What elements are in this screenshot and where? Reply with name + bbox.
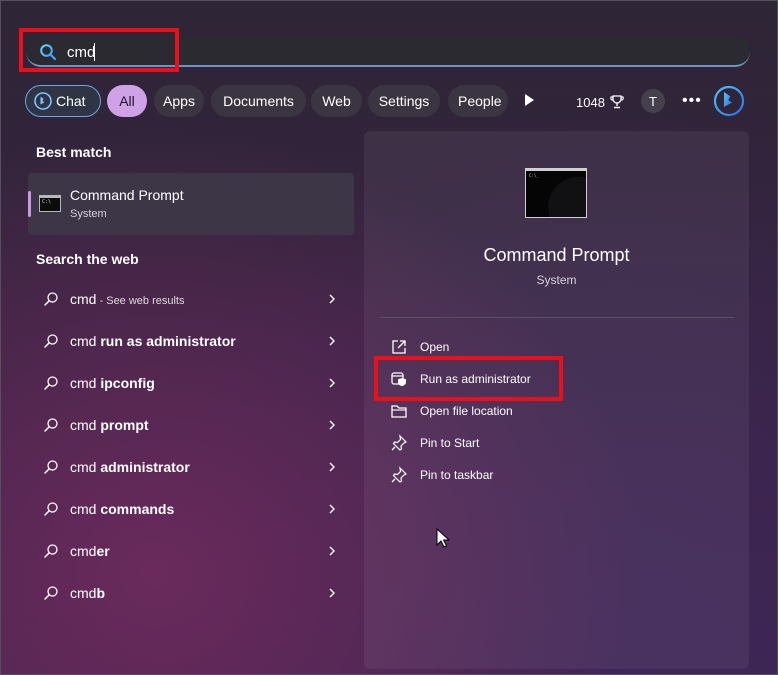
web-suggestion: commands	[100, 501, 175, 517]
chevron-right-icon	[329, 378, 335, 388]
web-result-item[interactable]: cmder	[36, 535, 346, 567]
action-pin-to-start[interactable]: Pin to Start	[390, 429, 720, 457]
open-external-icon	[392, 340, 406, 354]
web-query: cmd	[70, 501, 101, 517]
chevron-right-icon	[329, 336, 335, 346]
pin-icon	[391, 466, 408, 483]
web-query: cmd	[70, 585, 97, 601]
search-icon	[44, 418, 58, 432]
bing-icon[interactable]	[713, 85, 745, 117]
action-pin-to-taskbar-label: Pin to taskbar	[420, 468, 494, 482]
filter-web[interactable]: Web	[311, 85, 362, 117]
points-value: 1048	[576, 94, 605, 110]
best-match-title: Command Prompt	[70, 187, 184, 203]
command-prompt-icon: C:\	[39, 195, 61, 212]
chevron-right-icon	[329, 462, 335, 472]
web-suggestion: prompt	[100, 417, 149, 433]
filter-settings[interactable]: Settings	[368, 85, 440, 117]
filter-documents-label: Documents	[223, 93, 294, 109]
chevron-right-icon	[329, 504, 335, 514]
details-subtitle: System	[536, 273, 577, 287]
action-pin-to-taskbar[interactable]: Pin to taskbar	[390, 461, 720, 489]
best-match-command-prompt[interactable]: C:\ Command Prompt System	[28, 173, 354, 235]
web-query: cmd	[70, 459, 101, 475]
action-open-file-location[interactable]: Open file location	[390, 397, 720, 425]
search-icon	[44, 544, 58, 558]
web-query: cmd	[70, 543, 97, 559]
bing-chat-icon	[34, 92, 52, 110]
web-query: cmd	[70, 417, 101, 433]
search-icon	[44, 334, 58, 348]
web-result-item[interactable]: cmd ipconfig	[36, 367, 346, 399]
web-query: cmd	[70, 375, 101, 391]
web-query: cmd	[70, 333, 101, 349]
web-suggestion: run as administrator	[100, 333, 236, 349]
web-hint: - See web results	[96, 295, 185, 307]
selection-accent	[28, 191, 31, 217]
search-icon	[44, 292, 58, 306]
best-match-heading: Best match	[36, 144, 112, 160]
folder-icon	[391, 405, 407, 418]
web-suggestion: er	[96, 543, 110, 559]
search-icon	[44, 460, 58, 474]
web-suggestion: b	[96, 585, 106, 601]
command-prompt-large-icon: C:\_	[525, 168, 587, 218]
search-icon	[44, 586, 58, 600]
action-open-file-location-label: Open file location	[420, 404, 513, 418]
chevron-right-icon	[329, 546, 335, 556]
filter-apps-label: Apps	[163, 93, 195, 109]
best-match-subtitle: System	[70, 208, 107, 220]
web-result-item[interactable]: cmd - See web results	[36, 283, 346, 315]
web-result-item[interactable]: cmdb	[36, 577, 346, 609]
more-options-icon[interactable]: •••	[682, 92, 702, 110]
chevron-right-icon	[329, 588, 335, 598]
chat-button[interactable]: Chat	[25, 85, 101, 117]
avatar-initial: T	[649, 93, 657, 109]
more-filters-play-icon[interactable]	[525, 94, 534, 106]
web-suggestion: ipconfig	[100, 375, 155, 391]
trophy-icon	[610, 95, 624, 109]
pin-icon	[391, 434, 408, 451]
web-query: cmd	[70, 291, 97, 307]
run-as-admin-highlight-box	[374, 356, 563, 401]
search-highlight-box	[19, 28, 179, 72]
filter-web-label: Web	[322, 93, 351, 109]
filter-all-label: All	[119, 93, 135, 109]
filter-all[interactable]: All	[107, 85, 147, 117]
search-web-heading: Search the web	[36, 251, 139, 267]
filter-people[interactable]: People	[448, 85, 508, 117]
web-result-item[interactable]: cmd administrator	[36, 451, 346, 483]
web-result-item[interactable]: cmd commands	[36, 493, 346, 525]
search-icon	[44, 376, 58, 390]
filter-apps[interactable]: Apps	[154, 85, 204, 117]
account-avatar[interactable]: T	[641, 89, 665, 113]
chat-label: Chat	[56, 93, 86, 109]
filter-settings-label: Settings	[378, 93, 430, 109]
web-result-item[interactable]: cmd run as administrator	[36, 325, 346, 357]
filter-people-label: People	[458, 93, 502, 109]
web-suggestion: administrator	[100, 459, 190, 475]
mouse-cursor-icon	[436, 528, 450, 548]
web-result-item[interactable]: cmd prompt	[36, 409, 346, 441]
action-pin-to-start-label: Pin to Start	[420, 436, 480, 450]
details-divider	[380, 317, 734, 318]
filter-documents[interactable]: Documents	[211, 85, 306, 117]
chevron-right-icon	[329, 420, 335, 430]
chevron-right-icon	[329, 294, 335, 304]
details-title: Command Prompt	[483, 245, 630, 265]
search-icon	[44, 502, 58, 516]
rewards-points[interactable]: 1048	[576, 94, 625, 110]
action-open-label: Open	[420, 340, 450, 354]
